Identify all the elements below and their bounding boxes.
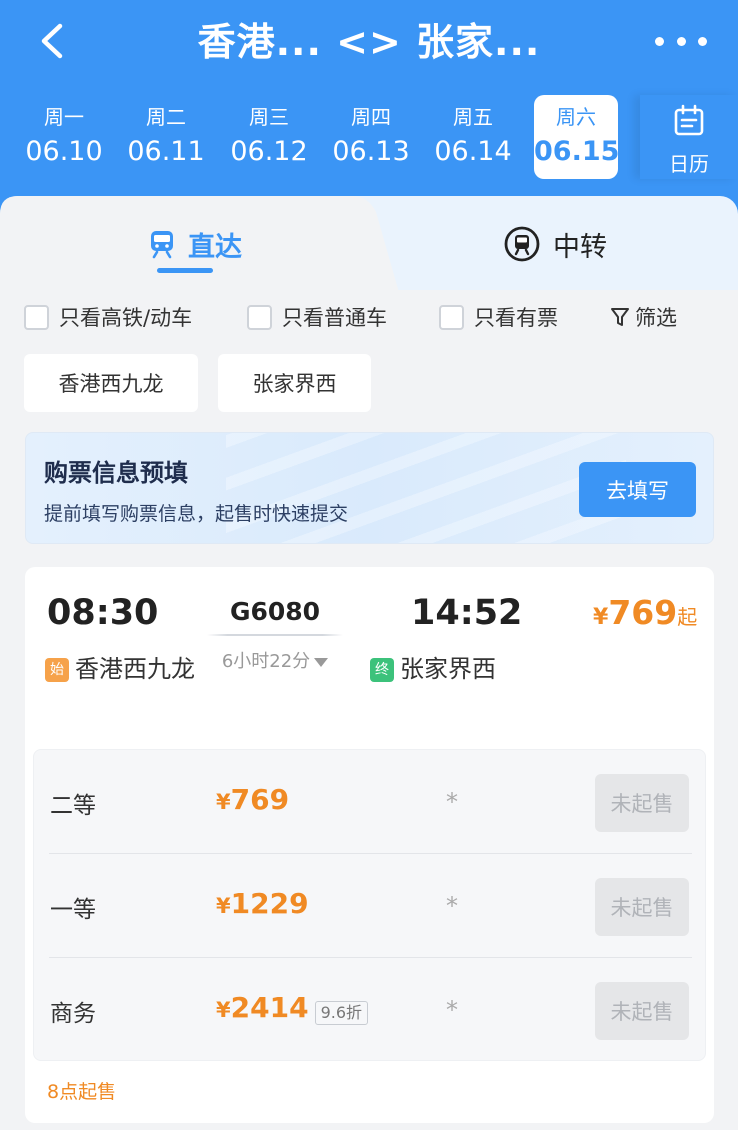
filter-normal-label: 只看普通车: [282, 306, 387, 330]
date-item[interactable]: 周四 06.13: [329, 95, 413, 179]
seat-price: ¥2414 9.6折: [216, 991, 369, 1025]
date-day: 06.13: [332, 136, 410, 167]
not-on-sale-button[interactable]: 未起售: [595, 774, 689, 832]
date-day: 06.15: [534, 136, 620, 167]
filter-high-speed-label: 只看高铁/动车: [59, 306, 193, 330]
date-item-selected[interactable]: 周六 06.15: [534, 95, 620, 179]
checkbox-icon: [24, 304, 49, 330]
seat-table: 二等 ¥769 * 未起售 一等 ¥1229 * 未起售 商务 ¥2414 9.6…: [33, 749, 706, 1061]
filter-area: 只看高铁/动车 只看普通车 只看有票 筛选 香港西九龙 张家界西: [0, 290, 738, 430]
tab-direct[interactable]: 直达: [40, 196, 350, 292]
seat-class: 商务: [50, 1001, 96, 1027]
seat-class: 一等: [50, 897, 96, 923]
date-weekday: 周四: [351, 105, 391, 129]
date-item[interactable]: 周一 06.10: [22, 95, 106, 179]
station-chip-departure[interactable]: 香港西九龙: [24, 354, 198, 412]
train-route-line: [207, 634, 343, 636]
filter-button[interactable]: 筛选: [610, 302, 677, 332]
checkbox-icon: [247, 304, 272, 330]
tab-transfer-label: 中转: [553, 231, 607, 263]
banner-subtitle: 提前填写购票信息，起售时快速提交: [44, 503, 349, 525]
not-on-sale-button[interactable]: 未起售: [595, 982, 689, 1040]
departure-station-name: 香港西九龙: [75, 655, 195, 683]
prefill-button[interactable]: 去填写: [579, 462, 696, 517]
departure-time: 08:30: [47, 593, 159, 633]
start-badge: 始: [45, 658, 69, 682]
date-day: 06.12: [230, 136, 308, 167]
seat-availability: *: [446, 788, 458, 816]
seat-row: 二等 ¥769 * 未起售: [34, 750, 707, 854]
filter-available-checkbox[interactable]: 只看有票: [439, 302, 558, 332]
departure-station: 始香港西九龙: [45, 649, 195, 689]
discount-badge: 9.6折: [314, 1000, 369, 1025]
date-weekday: 周一: [44, 105, 84, 129]
seat-availability: *: [446, 892, 458, 920]
more-menu-button[interactable]: [655, 26, 707, 56]
calendar-label: 日历: [669, 152, 709, 176]
filter-button-label: 筛选: [635, 306, 677, 330]
train-number: G6080: [229, 597, 321, 626]
date-weekday: 周三: [249, 105, 289, 129]
currency-symbol: ¥: [216, 790, 231, 814]
arrival-station: 终张家界西: [370, 649, 496, 689]
train-card[interactable]: 08:30 G6080 6小时22分 14:52 ¥769起 始香港西九龙 终张…: [25, 567, 714, 1123]
transfer-train-icon: [504, 226, 540, 262]
seat-price: ¥769: [216, 783, 289, 816]
seat-row: 商务 ¥2414 9.6折 * 未起售: [34, 958, 707, 1062]
price-value: 769: [608, 593, 678, 632]
date-day: 06.14: [434, 136, 512, 167]
sale-time-note: 8点起售: [47, 1081, 117, 1103]
calendar-icon: [674, 104, 704, 136]
page-title: 香港... <> 张家...: [197, 20, 541, 64]
tab-bar: 直达 中转: [0, 196, 738, 296]
date-weekday: 周二: [146, 105, 186, 129]
train-icon: [151, 231, 173, 259]
date-weekday: 周六: [556, 105, 596, 129]
station-chip-arrival[interactable]: 张家界西: [218, 354, 371, 412]
arrival-station-name: 张家界西: [400, 655, 496, 683]
seat-class: 二等: [50, 793, 96, 819]
lowest-price: ¥769起: [593, 593, 697, 632]
header: 香港... <> 张家... 周一 06.10 周二 06.11 周三 06.1…: [0, 0, 738, 215]
currency-symbol: ¥: [216, 894, 231, 918]
filter-high-speed-checkbox[interactable]: 只看高铁/动车: [24, 302, 192, 332]
calendar-button[interactable]: 日历: [640, 95, 738, 179]
prefill-banner: 购票信息预填 提前填写购票信息，起售时快速提交 去填写: [25, 432, 714, 544]
duration-toggle[interactable]: 6小时22分: [207, 647, 343, 673]
tab-direct-label: 直达: [188, 231, 242, 263]
seat-price-value: 1229: [230, 887, 309, 920]
arrival-time: 14:52: [411, 593, 523, 633]
seat-row: 一等 ¥1229 * 未起售: [34, 854, 707, 958]
funnel-icon: [611, 308, 629, 326]
chevron-left-icon: [41, 23, 63, 59]
price-suffix: 起: [677, 605, 698, 629]
more-dot-icon: [676, 36, 686, 46]
date-day: 06.10: [25, 136, 103, 167]
date-item[interactable]: 周二 06.11: [124, 95, 208, 179]
more-dot-icon: [698, 36, 707, 46]
tab-underline: [157, 268, 213, 273]
checkbox-icon: [439, 304, 464, 330]
date-weekday: 周五: [453, 105, 493, 129]
banner-title: 购票信息预填: [44, 459, 188, 487]
seat-availability: *: [446, 996, 458, 1024]
date-item[interactable]: 周五 06.14: [431, 95, 515, 179]
seat-price: ¥1229: [216, 887, 309, 920]
filter-available-label: 只看有票: [474, 306, 558, 330]
tab-transfer[interactable]: 中转: [400, 196, 710, 292]
seat-price-value: 769: [230, 783, 290, 816]
more-dot-icon: [655, 36, 664, 46]
date-item[interactable]: 周三 06.12: [227, 95, 311, 179]
back-button[interactable]: [34, 18, 74, 64]
currency-symbol: ¥: [593, 605, 609, 630]
end-badge: 终: [370, 658, 394, 682]
not-on-sale-button[interactable]: 未起售: [595, 878, 689, 936]
seat-price-value: 2414: [230, 991, 309, 1024]
duration-text: 6小时22分: [221, 651, 311, 672]
currency-symbol: ¥: [216, 998, 231, 1022]
caret-down-icon: [314, 657, 329, 667]
banner-decoration: [226, 433, 626, 543]
date-day: 06.11: [127, 136, 205, 167]
filter-normal-checkbox[interactable]: 只看普通车: [247, 302, 387, 332]
